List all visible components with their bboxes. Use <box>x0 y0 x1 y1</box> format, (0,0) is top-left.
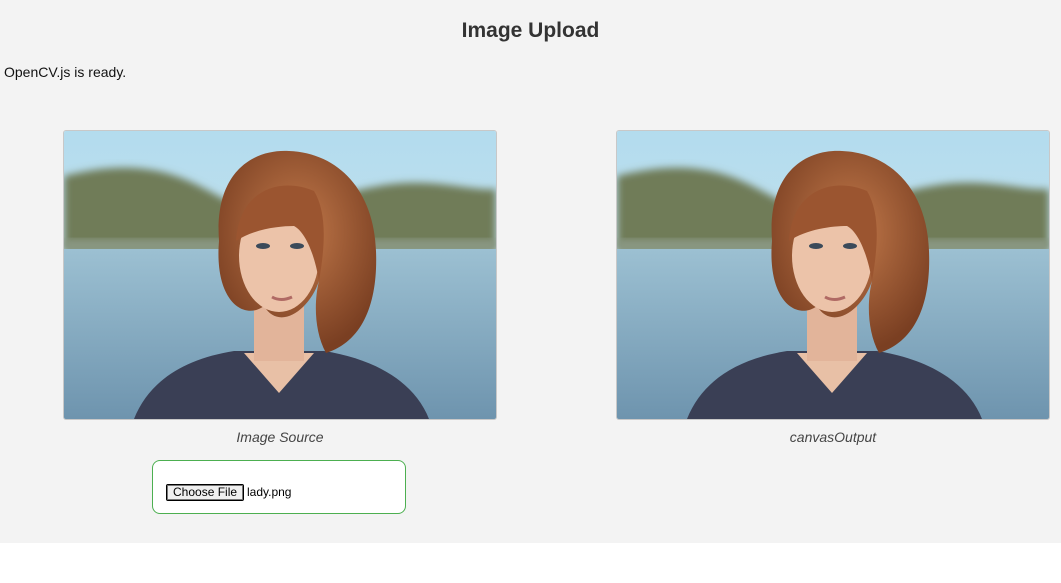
status-text: OpenCV.js is ready. <box>4 64 127 80</box>
image-source <box>63 130 497 420</box>
canvas-output-caption: canvasOutput <box>789 429 877 445</box>
selected-file-name: lady.png <box>247 485 292 499</box>
image-source-caption: Image Source <box>236 429 324 445</box>
page-title: Image Upload <box>461 19 600 42</box>
portrait-photo-output <box>617 131 1049 419</box>
choose-file-button[interactable]: Choose File <box>166 484 245 501</box>
file-input-container: Choose File lady.png <box>152 460 406 514</box>
page-background: Image Upload OpenCV.js is ready. Image S… <box>0 0 1061 543</box>
canvas-output <box>616 130 1050 420</box>
portrait-photo <box>64 131 496 419</box>
